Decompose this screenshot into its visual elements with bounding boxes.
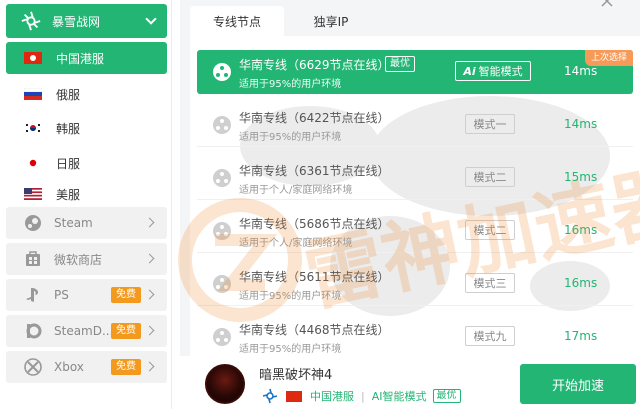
mode-button[interactable]: 模式二 <box>465 167 515 187</box>
chevron-right-icon <box>144 289 155 300</box>
jp-flag-icon <box>24 157 42 169</box>
chevron-right-icon <box>144 217 155 228</box>
network-node-icon <box>213 169 231 187</box>
separator: | <box>361 389 365 403</box>
us-flag-icon <box>24 188 42 200</box>
platform-label: PS <box>54 288 69 302</box>
xbox-icon <box>24 358 42 376</box>
node-item[interactable]: 华南专线（6629节点在线） 最优 适用于95%的用户环境 Ai 智能模式 14m… <box>197 50 633 94</box>
ai-mode-prefix: Ai <box>463 64 476 78</box>
node-subtitle: 适用于95%的用户环境 <box>239 132 342 143</box>
tab-exclusive-ip[interactable]: 独享IP <box>284 6 378 36</box>
node-title: 华南专线（6361节点在线） <box>239 164 390 178</box>
close-icon[interactable] <box>600 0 614 8</box>
node-title: 华南专线（6629节点在线） <box>239 58 390 72</box>
latency: 14ms <box>564 117 598 131</box>
battlenet-icon <box>262 388 278 404</box>
platform-item-steam[interactable]: Steam <box>6 207 167 239</box>
last-selected-tag: 上次选择 <box>584 50 633 66</box>
battlenet-icon <box>21 11 41 31</box>
network-node-icon <box>213 275 231 293</box>
node-item[interactable]: 华南专线（5611节点在线） 适用于95%的用户环境 模式三 16ms <box>197 262 633 306</box>
platform-item-ps[interactable]: PS 免费 <box>6 279 167 311</box>
ru-flag-icon <box>24 88 42 100</box>
mode-button[interactable]: 模式二 <box>465 220 515 240</box>
platform-item-steamdeck[interactable]: SteamD... 免费 <box>6 315 167 347</box>
network-node-icon <box>213 116 231 134</box>
region-label: 中国港服 <box>56 51 105 66</box>
start-accelerate-button[interactable]: 开始加速 <box>520 364 636 404</box>
node-item[interactable]: 华南专线（4468节点在线） 适用于95%的用户环境 模式九 17ms <box>197 315 633 356</box>
sidebar: 暴雪战网 中国港服 俄服 韩服 日服 美服 Steam 微软商店 PS 免费 S… <box>0 0 172 409</box>
node-title: 华南专线（4468节点在线） <box>239 323 390 337</box>
node-item[interactable]: 华南专线（6422节点在线） 适用于95%的用户环境 模式一 14ms <box>197 103 633 147</box>
steam-deck-icon <box>26 323 42 339</box>
latency: 15ms <box>564 170 598 184</box>
hk-flag-icon <box>286 390 302 402</box>
mode-button[interactable]: 模式九 <box>465 326 515 346</box>
node-subtitle: 适用于个人/家庭网络环境 <box>239 238 353 249</box>
node-item[interactable]: 华南专线（6361节点在线） 适用于个人/家庭网络环境 模式二 15ms <box>197 156 633 200</box>
network-node-icon <box>213 63 231 81</box>
region-item-us[interactable]: 美服 <box>6 182 167 206</box>
network-name: 暴雪战网 <box>52 14 101 29</box>
microsoft-store-icon <box>26 251 40 266</box>
node-title: 华南专线（6422节点在线） <box>239 111 390 125</box>
playstation-icon <box>26 288 39 302</box>
platform-item-xbox[interactable]: Xbox 免费 <box>6 351 167 383</box>
node-title: 华南专线（5686节点在线） <box>239 217 390 231</box>
chevron-right-icon <box>144 361 155 372</box>
platform-item-msstore[interactable]: 微软商店 <box>6 243 167 275</box>
latency: 14ms <box>564 64 598 78</box>
selection-summary: 中国港服 | AI智能模式 最优 <box>262 388 461 404</box>
chevron-down-icon <box>145 13 157 25</box>
footer-mode: AI智能模式 <box>371 390 427 403</box>
node-subtitle: 适用于95%的用户环境 <box>239 291 342 302</box>
region-item-jp[interactable]: 日服 <box>6 147 167 179</box>
free-badge: 免费 <box>111 359 141 375</box>
region-label: 韩服 <box>56 121 81 136</box>
node-subtitle: 适用于个人/家庭网络环境 <box>239 185 353 196</box>
free-badge: 免费 <box>111 323 141 339</box>
hk-flag-icon <box>24 52 42 64</box>
node-list: 华南专线（6629节点在线） 最优 适用于95%的用户环境 Ai 智能模式 14m… <box>190 36 640 356</box>
platform-label: Steam <box>54 216 93 230</box>
region-label: 美服 <box>56 187 81 202</box>
platform-label: 微软商店 <box>54 252 103 267</box>
steam-icon <box>25 215 41 231</box>
tab-dedicated-nodes[interactable]: 专线节点 <box>190 6 284 36</box>
free-badge: 免费 <box>111 287 141 303</box>
latency: 16ms <box>564 276 598 290</box>
network-node-icon <box>213 222 231 240</box>
mode-label: 智能模式 <box>478 65 523 78</box>
game-title: 暗黑破坏神4 <box>259 368 333 383</box>
node-subtitle: 适用于95%的用户环境 <box>239 344 342 355</box>
region-label: 日服 <box>56 156 81 171</box>
best-badge: 最优 <box>385 56 415 72</box>
platform-label: Xbox <box>54 360 84 374</box>
kr-flag-icon <box>24 122 42 134</box>
footer-region: 中国港服 <box>310 390 354 403</box>
platform-label: SteamD... <box>54 324 114 338</box>
network-node-icon <box>213 328 231 346</box>
region-item-ru[interactable]: 俄服 <box>6 78 167 110</box>
region-label: 俄服 <box>56 87 81 102</box>
chevron-right-icon <box>144 253 155 264</box>
mode-button[interactable]: Ai 智能模式 <box>455 61 531 81</box>
node-item[interactable]: 华南专线（5686节点在线） 适用于个人/家庭网络环境 模式二 16ms <box>197 209 633 253</box>
node-subtitle: 适用于95%的用户环境 <box>239 79 342 90</box>
latency: 17ms <box>564 329 598 343</box>
node-title: 华南专线（5611节点在线） <box>239 270 390 284</box>
mode-button[interactable]: 模式一 <box>465 114 515 134</box>
best-badge: 最优 <box>432 389 461 403</box>
latency: 16ms <box>564 223 598 237</box>
chevron-right-icon <box>144 325 155 336</box>
tab-bar: 专线节点 独享IP <box>190 6 378 36</box>
game-cover-avatar <box>205 364 245 404</box>
mode-button[interactable]: 模式三 <box>465 273 515 293</box>
region-item-kr[interactable]: 韩服 <box>6 112 167 144</box>
region-item-hk[interactable]: 中国港服 <box>6 42 167 74</box>
network-selector[interactable]: 暴雪战网 <box>6 4 167 38</box>
